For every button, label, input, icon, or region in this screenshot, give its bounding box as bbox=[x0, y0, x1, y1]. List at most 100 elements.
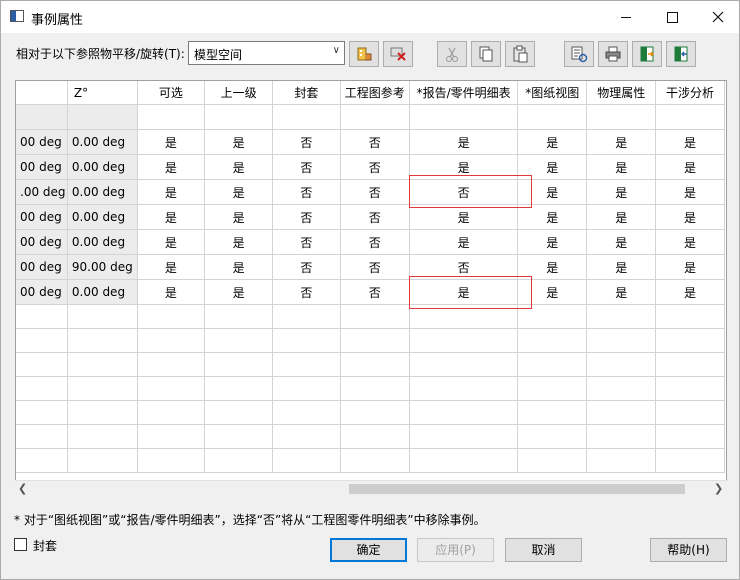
print-button[interactable] bbox=[598, 41, 628, 67]
grid-cell[interactable]: 是 bbox=[655, 279, 725, 305]
reference-clear-button[interactable] bbox=[383, 41, 413, 67]
grid-cell[interactable]: .00 deg bbox=[16, 179, 68, 205]
grid-cell[interactable]: 是 bbox=[655, 154, 725, 180]
maximize-button[interactable] bbox=[649, 1, 695, 33]
grid-cell[interactable]: 否 bbox=[272, 279, 341, 305]
grid-cell[interactable]: 是 bbox=[204, 254, 274, 280]
table-row[interactable]: 00 deg 0.00 deg 是是否否是是是是 bbox=[16, 204, 725, 230]
table-row[interactable]: 00 deg 0.00 deg 是是否否是是是是 bbox=[16, 154, 725, 180]
cancel-button[interactable]: 取消 bbox=[505, 538, 582, 562]
grid-cell[interactable]: 00 deg bbox=[16, 254, 68, 280]
instance-grid[interactable]: Z° 可选 上一级 封套 工程图参考 *报告/零件明细表 *图纸视图 物理属性 干涉分析 00 … bbox=[15, 80, 727, 496]
cut-button[interactable] bbox=[437, 41, 467, 67]
scrollbar-thumb[interactable] bbox=[349, 484, 685, 494]
grid-cell[interactable]: 是 bbox=[409, 129, 519, 155]
grid-cell[interactable]: 是 bbox=[517, 229, 588, 255]
column-header[interactable] bbox=[16, 81, 68, 105]
paste-button[interactable] bbox=[505, 41, 535, 67]
grid-cell[interactable]: 是 bbox=[655, 129, 725, 155]
grid-cell[interactable]: 是 bbox=[586, 279, 657, 305]
column-header[interactable]: 物理属性 bbox=[586, 81, 657, 105]
reference-pick-button[interactable] bbox=[349, 41, 379, 67]
grid-cell[interactable]: 是 bbox=[136, 179, 206, 205]
reference-combo[interactable]: 模型空间 ∨ bbox=[188, 41, 345, 65]
grid-cell[interactable]: 否 bbox=[339, 129, 411, 155]
help-button[interactable]: 帮助(H) bbox=[650, 538, 727, 562]
scroll-left-icon[interactable]: ❮ bbox=[18, 482, 27, 495]
grid-cell[interactable]: 是 bbox=[586, 154, 657, 180]
envelope-checkbox[interactable] bbox=[14, 538, 27, 551]
grid-cell[interactable]: 否 bbox=[272, 229, 341, 255]
grid-cell[interactable]: 是 bbox=[204, 179, 274, 205]
grid-cell[interactable]: 是 bbox=[586, 229, 657, 255]
grid-cell[interactable]: 否 bbox=[339, 254, 411, 280]
copy-button[interactable] bbox=[471, 41, 501, 67]
grid-cell[interactable]: 是 bbox=[586, 204, 657, 230]
grid-cell[interactable]: 0.00 deg bbox=[66, 204, 138, 230]
grid-cell[interactable]: 否 bbox=[272, 204, 341, 230]
grid-cell[interactable]: 是 bbox=[136, 204, 206, 230]
column-header[interactable]: 工程图参考 bbox=[339, 81, 411, 105]
grid-cell[interactable]: 是 bbox=[204, 279, 274, 305]
grid-cell[interactable]: 否 bbox=[272, 154, 341, 180]
grid-cell[interactable]: 否 bbox=[272, 129, 341, 155]
grid-cell[interactable]: 是 bbox=[655, 229, 725, 255]
grid-cell[interactable]: 0.00 deg bbox=[66, 129, 138, 155]
grid-cell[interactable]: 是 bbox=[136, 129, 206, 155]
grid-cell[interactable]: 否 bbox=[272, 179, 341, 205]
grid-cell[interactable]: 0.00 deg bbox=[66, 154, 138, 180]
grid-cell[interactable]: 是 bbox=[655, 204, 725, 230]
grid-cell[interactable]: 00 deg bbox=[16, 279, 68, 305]
grid-cell[interactable]: 是 bbox=[136, 254, 206, 280]
reset-button[interactable] bbox=[564, 41, 594, 67]
horizontal-scrollbar[interactable]: ❮ ❯ bbox=[15, 480, 727, 496]
ok-button[interactable]: 确定 bbox=[330, 538, 407, 562]
grid-cell[interactable]: 0.00 deg bbox=[66, 229, 138, 255]
grid-cell[interactable]: 是 bbox=[517, 204, 588, 230]
grid-cell[interactable]: 00 deg bbox=[16, 204, 68, 230]
grid-cell[interactable]: 是 bbox=[409, 204, 519, 230]
column-header[interactable]: 封套 bbox=[272, 81, 341, 105]
table-row[interactable]: 00 deg 0.00 deg 是是否否是是是是 bbox=[16, 279, 725, 305]
grid-cell[interactable]: 00 deg bbox=[16, 129, 68, 155]
grid-cell[interactable]: 是 bbox=[586, 254, 657, 280]
column-header[interactable]: 可选 bbox=[136, 81, 206, 105]
grid-cell[interactable]: 90.00 deg bbox=[66, 254, 138, 280]
column-header[interactable]: *报告/零件明细表 bbox=[409, 81, 519, 105]
grid-cell[interactable]: 是 bbox=[204, 129, 274, 155]
grid-cell[interactable]: 是 bbox=[655, 254, 725, 280]
grid-cell[interactable]: 否 bbox=[339, 279, 411, 305]
grid-cell[interactable]: 是 bbox=[204, 204, 274, 230]
grid-cell[interactable]: 0.00 deg bbox=[66, 179, 138, 205]
minimize-button[interactable] bbox=[603, 1, 649, 33]
grid-cell[interactable]: 0.00 deg bbox=[66, 279, 138, 305]
table-row[interactable]: 00 deg 0.00 deg 是是否否是是是是 bbox=[16, 129, 725, 155]
grid-cell[interactable]: 否 bbox=[339, 179, 411, 205]
grid-cell[interactable]: 是 bbox=[136, 154, 206, 180]
grid-cell[interactable]: 否 bbox=[339, 204, 411, 230]
grid-cell[interactable]: 是 bbox=[204, 229, 274, 255]
grid-cell[interactable]: 是 bbox=[586, 129, 657, 155]
grid-cell[interactable]: 是 bbox=[409, 229, 519, 255]
grid-cell[interactable]: 否 bbox=[272, 254, 341, 280]
import-button[interactable] bbox=[666, 41, 696, 67]
grid-cell[interactable]: 是 bbox=[655, 179, 725, 205]
scroll-right-icon[interactable]: ❯ bbox=[714, 482, 723, 495]
apply-button[interactable]: 应用(P) bbox=[417, 538, 494, 562]
grid-cell[interactable]: 是 bbox=[136, 279, 206, 305]
column-header[interactable]: 干涉分析 bbox=[655, 81, 725, 105]
table-row[interactable]: 00 deg 90.00 deg 是是否否否是是是 bbox=[16, 254, 725, 280]
grid-cell[interactable]: 否 bbox=[339, 229, 411, 255]
column-header[interactable]: 上一级 bbox=[204, 81, 274, 105]
grid-cell[interactable]: 是 bbox=[586, 179, 657, 205]
grid-cell[interactable]: 00 deg bbox=[16, 154, 68, 180]
export-button[interactable] bbox=[632, 41, 662, 67]
table-row[interactable]: 00 deg 0.00 deg 是是否否是是是是 bbox=[16, 229, 725, 255]
grid-cell[interactable]: 否 bbox=[339, 154, 411, 180]
table-row[interactable]: .00 deg 0.00 deg 是是否否否是是是 bbox=[16, 179, 725, 205]
close-button[interactable] bbox=[695, 1, 740, 33]
grid-cell[interactable]: 是 bbox=[204, 154, 274, 180]
column-header[interactable]: Z° bbox=[66, 81, 138, 105]
grid-cell[interactable]: 是 bbox=[136, 229, 206, 255]
grid-cell[interactable]: 是 bbox=[517, 129, 588, 155]
